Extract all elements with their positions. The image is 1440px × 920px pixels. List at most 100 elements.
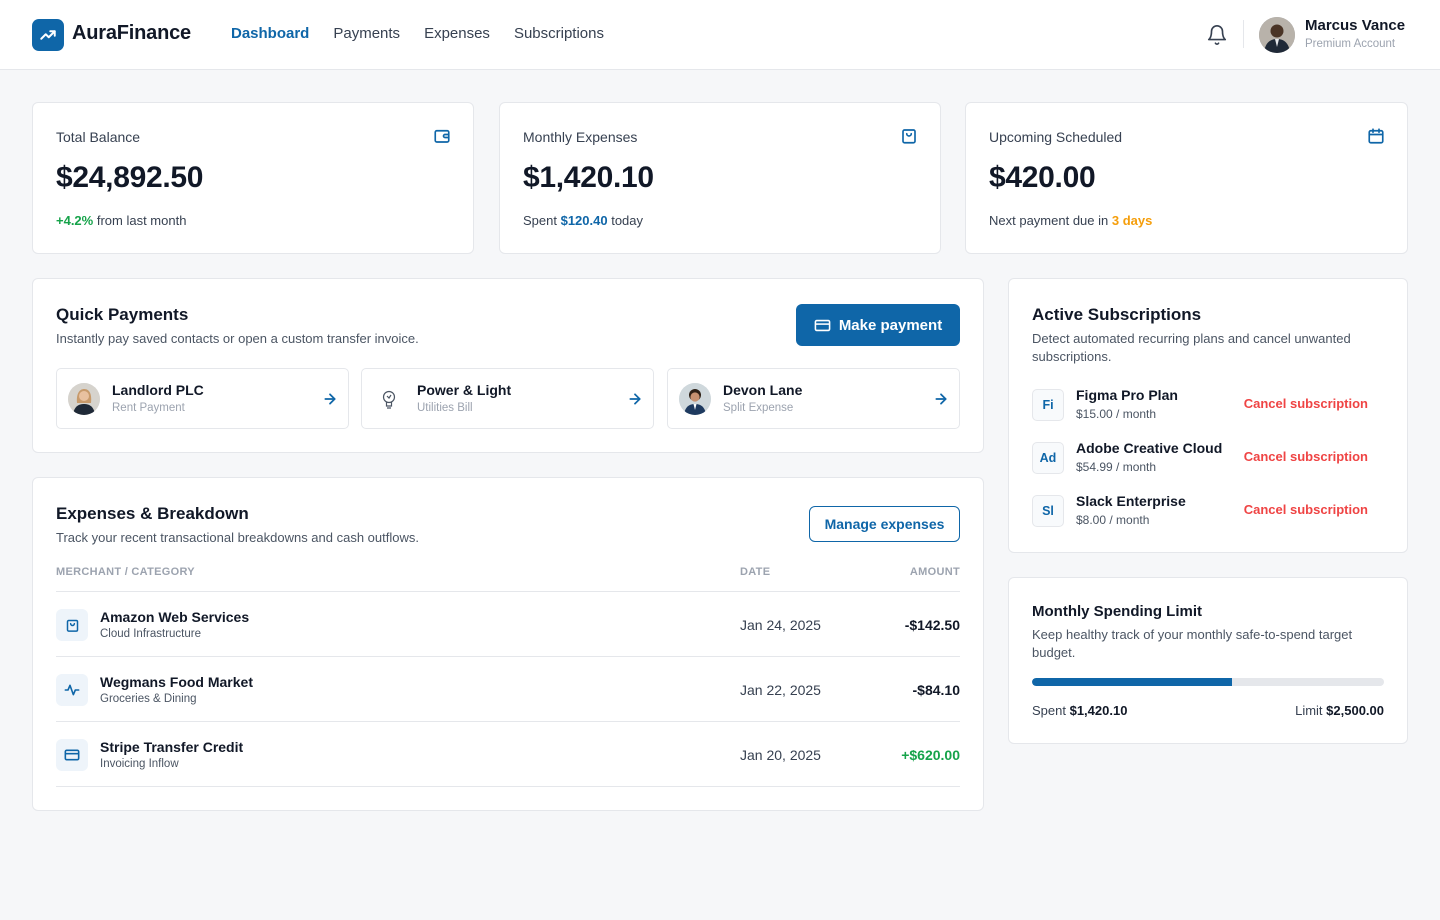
user-plan: Premium Account — [1305, 38, 1396, 50]
brand-logo-icon[interactable] — [32, 19, 64, 51]
nav-dashboard[interactable]: Dashboard — [231, 25, 309, 42]
stat-value: $420.00 — [989, 161, 1096, 194]
contact-name: Power & Light — [417, 382, 512, 398]
spent-label: Spent — [1032, 703, 1070, 718]
stat-note: Spent $120.40 today — [523, 213, 643, 228]
stat-label: Total Balance — [56, 129, 141, 145]
column-header-merchant[interactable]: MERCHANT / CATEGORY — [56, 566, 195, 578]
arrow-right-icon — [933, 391, 949, 407]
merchant-category: Groceries & Dining — [100, 693, 197, 705]
credit-card-icon — [814, 319, 831, 331]
limit-value: $2,500.00 — [1326, 703, 1384, 718]
credit-card-icon — [56, 739, 88, 771]
table-row[interactable]: Wegmans Food Market Groceries & Dining J… — [56, 657, 960, 722]
limit-label: Limit — [1295, 703, 1327, 718]
subscription-badge: Sl — [1032, 495, 1064, 527]
subscription-name: Figma Pro Plan — [1076, 387, 1178, 403]
spending-progress-bar — [1032, 678, 1384, 686]
nav-subscriptions[interactable]: Subscriptions — [514, 25, 604, 42]
contact-name: Devon Lane — [723, 382, 803, 398]
transaction-date: Jan 20, 2025 — [740, 747, 821, 763]
section-description: Detect automated recurring plans and can… — [1032, 331, 1351, 364]
total-balance-card: Total Balance $24,892.50 +4.2% from last… — [32, 102, 474, 254]
subscription-badge: Ad — [1032, 442, 1064, 474]
subscription-name: Adobe Creative Cloud — [1076, 440, 1223, 456]
transaction-date: Jan 24, 2025 — [740, 617, 821, 633]
activity-icon — [56, 674, 88, 706]
make-payment-button[interactable]: Make payment — [796, 304, 960, 346]
section-title: Expenses & Breakdown — [56, 504, 249, 523]
transaction-amount: +$620.00 — [901, 747, 960, 763]
days-remaining: 3 days — [1111, 213, 1153, 228]
column-header-amount[interactable]: AMOUNT — [910, 566, 960, 578]
contact-subtitle: Split Expense — [723, 402, 794, 414]
contact-avatar — [679, 383, 711, 415]
contact-name: Landlord PLC — [112, 382, 204, 398]
subscription-price: $8.00 / month — [1076, 513, 1150, 527]
spent-amount: Spent $1,420.10 — [1032, 703, 1127, 718]
contact-avatar — [373, 383, 405, 415]
manage-expenses-button[interactable]: Manage expenses — [809, 506, 960, 542]
calendar-icon — [1367, 127, 1385, 145]
main-nav: Dashboard Payments Expenses Subscription… — [231, 25, 628, 42]
nav-payments[interactable]: Payments — [333, 25, 400, 42]
bell-icon[interactable] — [1206, 24, 1228, 46]
section-title: Quick Payments — [56, 305, 189, 324]
contact-landlord[interactable]: Landlord PLC Rent Payment — [56, 368, 349, 429]
subscription-price: $15.00 / month — [1076, 407, 1157, 421]
merchant-category: Cloud Infrastructure — [100, 628, 201, 640]
note-prefix: Spent — [523, 213, 561, 228]
column-header-date[interactable]: DATE — [740, 566, 770, 578]
merchant-name: Wegmans Food Market — [100, 674, 253, 690]
section-description: Instantly pay saved contacts or open a c… — [56, 331, 419, 346]
table-divider — [56, 786, 960, 787]
spending-progress-fill — [1032, 678, 1232, 686]
transaction-date: Jan 22, 2025 — [740, 682, 821, 698]
subscription-badge: Fi — [1032, 389, 1064, 421]
change-note: from last month — [93, 213, 187, 228]
transaction-amount: -$142.50 — [904, 617, 960, 633]
section-title: Active Subscriptions — [1032, 305, 1202, 324]
section-title: Monthly Spending Limit — [1032, 603, 1202, 620]
user-name[interactable]: Marcus Vance — [1305, 17, 1405, 34]
merchant-name: Stripe Transfer Credit — [100, 739, 244, 755]
quick-payments-card: Quick Payments Instantly pay saved conta… — [32, 278, 984, 453]
shopping-bag-icon — [900, 127, 918, 145]
subscription-price: $54.99 / month — [1076, 460, 1157, 474]
upcoming-scheduled-card: Upcoming Scheduled $420.00 Next payment … — [965, 102, 1408, 254]
stat-note: +4.2% from last month — [56, 213, 186, 228]
make-payment-label: Make payment — [838, 316, 943, 334]
change-value: +4.2% — [56, 213, 94, 228]
spent-value: $1,420.10 — [1069, 703, 1128, 718]
table-row[interactable]: Amazon Web Services Cloud Infrastructure… — [56, 592, 960, 657]
nav-expenses[interactable]: Expenses — [424, 25, 490, 42]
merchant-category: Invoicing Inflow — [100, 758, 179, 770]
stat-label: Monthly Expenses — [523, 129, 638, 145]
subscription-name: Slack Enterprise — [1076, 493, 1186, 509]
arrow-right-icon — [322, 391, 338, 407]
contact-avatar — [68, 383, 100, 415]
active-subscriptions-card: Active Subscriptions Detect automated re… — [1008, 278, 1408, 553]
merchant-name: Amazon Web Services — [100, 609, 250, 625]
cancel-subscription-link[interactable]: Cancel subscription — [1244, 502, 1368, 517]
cancel-subscription-link[interactable]: Cancel subscription — [1244, 396, 1368, 411]
subscription-item: Fi Figma Pro Plan $15.00 / month Cancel … — [1032, 387, 1376, 427]
subscription-item: Sl Slack Enterprise $8.00 / month Cancel… — [1032, 493, 1376, 533]
stat-value: $24,892.50 — [56, 161, 204, 194]
cancel-subscription-link[interactable]: Cancel subscription — [1244, 449, 1368, 464]
note-prefix: Next payment due in — [989, 213, 1112, 228]
limit-amount: Limit $2,500.00 — [1295, 703, 1384, 718]
table-row[interactable]: Stripe Transfer Credit Invoicing Inflow … — [56, 722, 960, 787]
shopping-bag-icon — [56, 609, 88, 641]
subscription-item: Ad Adobe Creative Cloud $54.99 / month C… — [1032, 440, 1376, 480]
section-description: Keep healthy track of your monthly safe-… — [1032, 627, 1353, 660]
today-spent: $120.40 — [560, 213, 608, 228]
user-avatar[interactable] — [1259, 17, 1295, 53]
expenses-breakdown-card: Expenses & Breakdown Track your recent t… — [32, 477, 984, 811]
stat-label: Upcoming Scheduled — [989, 129, 1123, 145]
brand-name[interactable]: AuraFinance — [72, 22, 191, 45]
contact-subtitle: Rent Payment — [112, 402, 185, 414]
contact-devon-lane[interactable]: Devon Lane Split Expense — [667, 368, 960, 429]
arrow-right-icon — [627, 391, 643, 407]
contact-power-light[interactable]: Power & Light Utilities Bill — [361, 368, 654, 429]
